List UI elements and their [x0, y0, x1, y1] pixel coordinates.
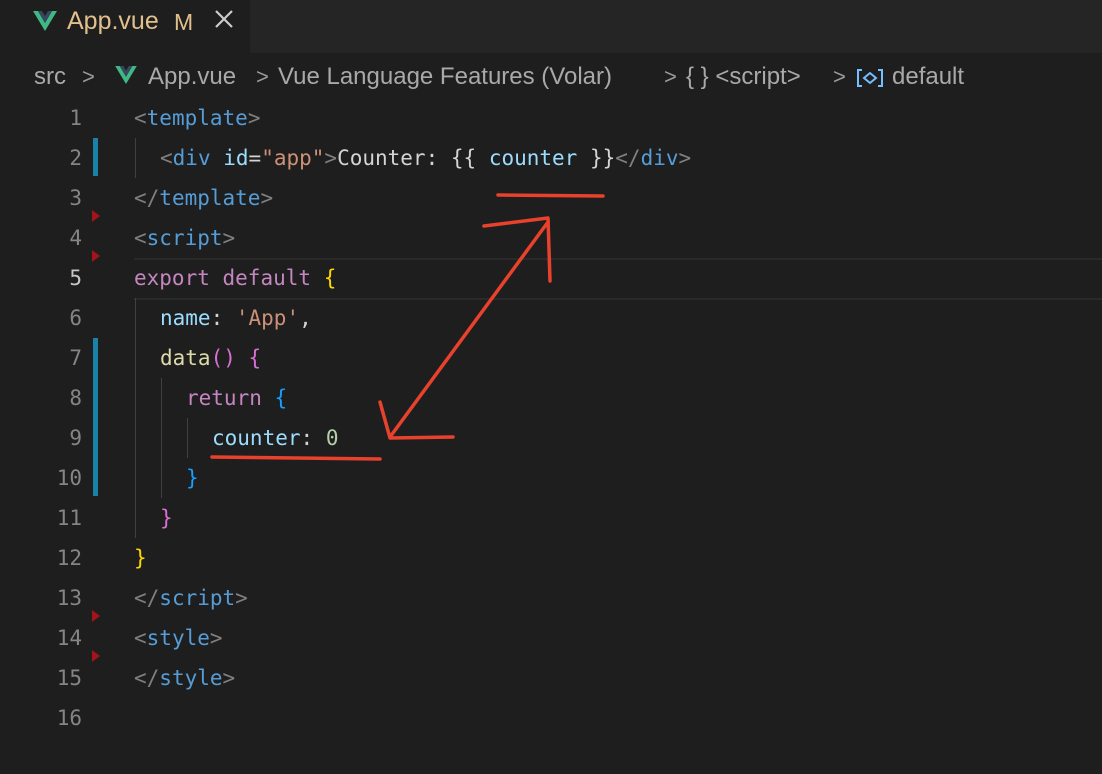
- close-icon[interactable]: [211, 6, 237, 32]
- breadcrumb-item-default[interactable]: default: [892, 63, 964, 91]
- code-line-14: <style>: [134, 626, 223, 650]
- modified-gutter-marker[interactable]: [93, 138, 98, 176]
- modified-badge: M: [174, 9, 194, 35]
- symbol-variable-icon: [857, 69, 883, 87]
- line-number: 4: [69, 226, 82, 250]
- breadcrumb-item-script[interactable]: { } <script>: [686, 63, 801, 91]
- indent-guide: [135, 298, 136, 538]
- line-number: 1: [69, 106, 82, 130]
- vue-icon: [115, 66, 137, 84]
- indent-guide: [161, 378, 162, 498]
- code-line-4: <script>: [134, 226, 236, 250]
- deleted-lines-marker[interactable]: [92, 610, 100, 622]
- deleted-lines-marker[interactable]: [92, 210, 100, 222]
- code-line-6: name: 'App',: [160, 306, 312, 330]
- code-line-15: </style>: [134, 666, 236, 690]
- line-number: 8: [69, 386, 82, 410]
- line-number: 3: [69, 186, 82, 210]
- code-line-9: counter: 0: [212, 426, 339, 450]
- line-number: 16: [56, 706, 82, 730]
- deleted-lines-marker[interactable]: [92, 650, 100, 662]
- breadcrumb: src > App.vue > Vue Language Features (V…: [0, 53, 1102, 99]
- modified-gutter-marker[interactable]: [93, 338, 98, 496]
- chevron-right-icon: >: [833, 64, 846, 89]
- chevron-right-icon: >: [664, 64, 677, 89]
- code-line-7: data() {: [160, 346, 262, 370]
- code-line-3: </template>: [134, 186, 274, 210]
- line-number: 12: [56, 546, 82, 570]
- vue-icon: [33, 11, 57, 31]
- code-line-2: <div id="app">Counter: {{ counter }}</di…: [160, 146, 692, 170]
- code-line-1: <template>: [134, 106, 261, 130]
- code-line-11: }: [160, 506, 173, 530]
- line-number-active: 5: [69, 266, 82, 290]
- code-editor[interactable]: 1 2 3 4 5 6 7 8 9 10 11 12 13 14 15 16 <…: [0, 98, 1102, 774]
- line-number: 15: [56, 666, 82, 690]
- line-number: 13: [56, 586, 82, 610]
- code-line-10: }: [186, 466, 199, 490]
- line-number: 10: [56, 466, 82, 490]
- breadcrumb-item-volar[interactable]: Vue Language Features (Volar): [278, 63, 612, 91]
- line-number: 7: [69, 346, 82, 370]
- tab-title: App.vue: [67, 7, 159, 35]
- line-number: 9: [69, 426, 82, 450]
- code-line-5: export default {: [134, 266, 337, 290]
- chevron-right-icon: >: [82, 64, 95, 89]
- line-number: 14: [56, 626, 82, 650]
- breadcrumb-item-src[interactable]: src: [34, 63, 66, 91]
- code-line-12: }: [134, 546, 147, 570]
- indent-guide: [187, 418, 188, 458]
- line-number: 6: [69, 306, 82, 330]
- line-number: 11: [56, 506, 82, 530]
- line-number: 2: [69, 146, 82, 170]
- indent-guide: [135, 138, 136, 178]
- deleted-lines-marker[interactable]: [92, 250, 100, 262]
- code-line-8: return {: [186, 386, 288, 410]
- tab-app-vue[interactable]: App.vue M: [0, 0, 250, 53]
- tab-bar: App.vue M: [0, 0, 1102, 53]
- chevron-right-icon: >: [256, 64, 269, 89]
- code-line-13: </script>: [134, 586, 248, 610]
- breadcrumb-item-app-vue[interactable]: App.vue: [148, 63, 236, 91]
